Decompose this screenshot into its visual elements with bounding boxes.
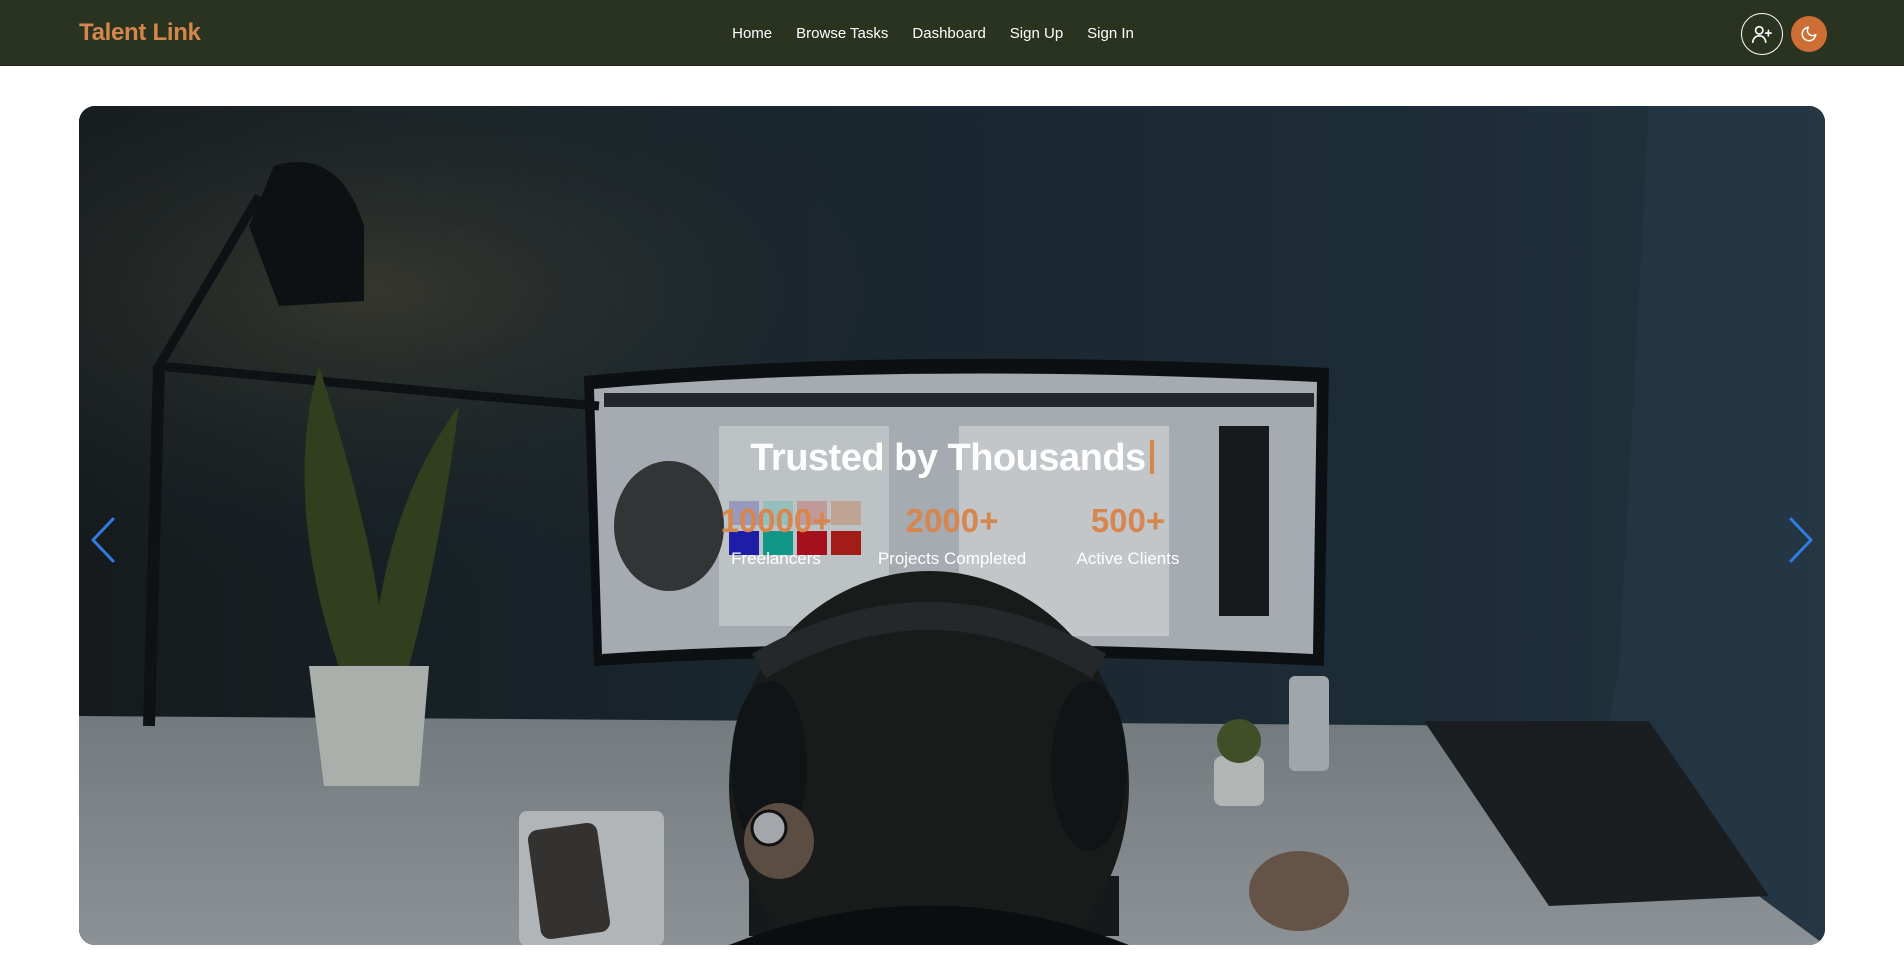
nav-link-sign-up[interactable]: Sign Up bbox=[1010, 25, 1063, 42]
stats-row: 10000+ Freelancers 2000+ Projects Comple… bbox=[79, 501, 1825, 569]
nav-link-home[interactable]: Home bbox=[732, 25, 772, 42]
carousel-next-button[interactable] bbox=[1781, 510, 1821, 570]
theme-toggle-button[interactable] bbox=[1791, 16, 1827, 52]
stat-label: Freelancers bbox=[731, 549, 821, 568]
hero-headline: Trusted by Thousands bbox=[79, 437, 1825, 480]
chevron-left-icon bbox=[91, 517, 115, 563]
stat-projects-completed: 2000+ Projects Completed bbox=[864, 501, 1040, 569]
main-nav: Home Browse Tasks Dashboard Sign Up Sign… bbox=[0, 0, 1904, 66]
hero-carousel: Trusted by Thousands 10000+ Freelancers … bbox=[79, 106, 1825, 945]
stat-value: 2000+ bbox=[905, 502, 999, 539]
carousel-prev-button[interactable] bbox=[83, 510, 123, 570]
typing-cursor bbox=[1149, 440, 1154, 474]
nav-link-dashboard[interactable]: Dashboard bbox=[912, 25, 985, 42]
nav-link-sign-in[interactable]: Sign In bbox=[1087, 25, 1134, 42]
nav-actions bbox=[1741, 13, 1827, 55]
hero-content: Trusted by Thousands 10000+ Freelancers … bbox=[79, 106, 1825, 945]
stat-value: 10000+ bbox=[720, 502, 832, 539]
stat-active-clients: 500+ Active Clients bbox=[1040, 501, 1216, 569]
moon-icon bbox=[1801, 26, 1817, 42]
stat-value: 500+ bbox=[1090, 502, 1166, 539]
nav-link-browse-tasks[interactable]: Browse Tasks bbox=[796, 25, 888, 42]
hero-headline-text: Trusted by Thousands bbox=[750, 437, 1146, 479]
add-user-button[interactable] bbox=[1741, 13, 1783, 55]
chevron-right-icon bbox=[1789, 517, 1813, 563]
navbar: Talent Link Home Browse Tasks Dashboard … bbox=[0, 0, 1904, 66]
stat-label: Projects Completed bbox=[877, 549, 1027, 568]
stat-freelancers: 10000+ Freelancers bbox=[688, 501, 864, 569]
user-plus-icon bbox=[1752, 25, 1772, 44]
stat-label: Active Clients bbox=[1076, 549, 1180, 568]
